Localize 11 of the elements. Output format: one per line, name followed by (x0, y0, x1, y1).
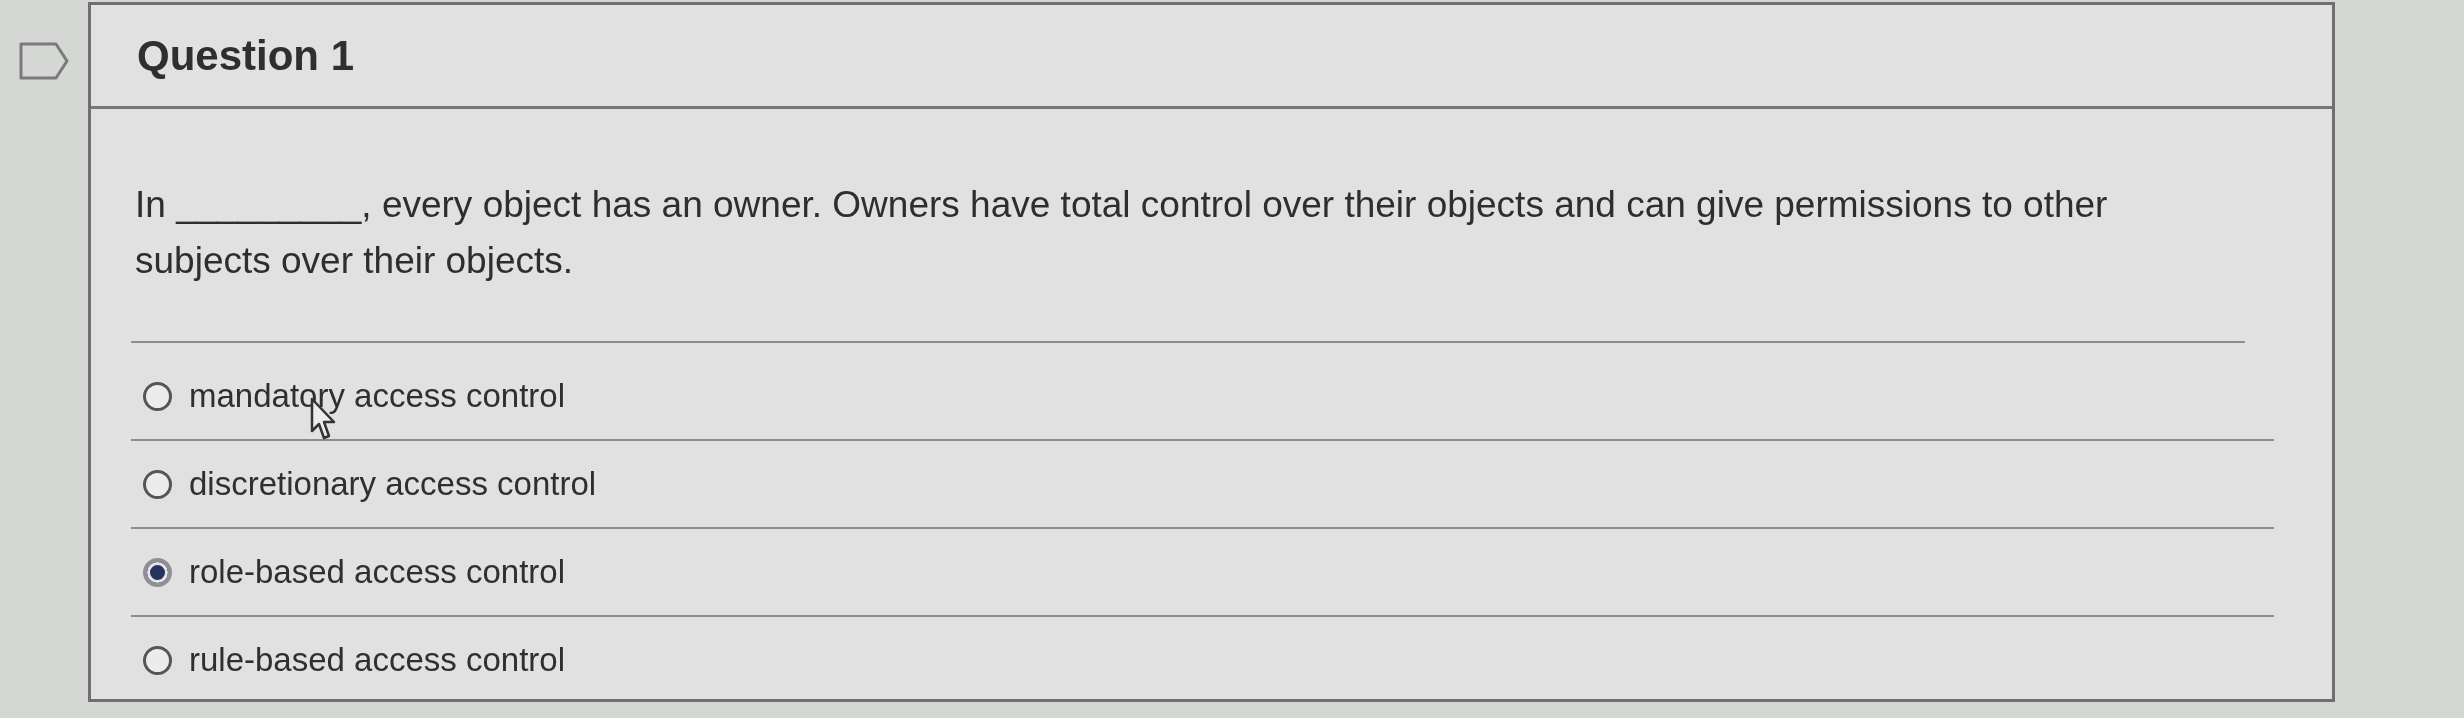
radio-button[interactable] (143, 645, 172, 675)
radio-button[interactable] (143, 469, 172, 499)
answer-option[interactable]: mandatory access control (131, 377, 565, 415)
answer-option[interactable]: discretionary access control (131, 465, 597, 503)
answer-option[interactable]: rule-based access control (131, 641, 566, 679)
question-title: Question 1 (137, 31, 355, 80)
radio-button[interactable] (143, 557, 172, 587)
question-text: In _________, every object has an owner. Owners have total control over their objects and can give permissions to other subjects over their objects. (131, 177, 2245, 343)
answer-option[interactable]: role-based access control (131, 553, 566, 591)
radio-button[interactable] (143, 381, 172, 411)
flag-icon[interactable] (19, 42, 69, 80)
